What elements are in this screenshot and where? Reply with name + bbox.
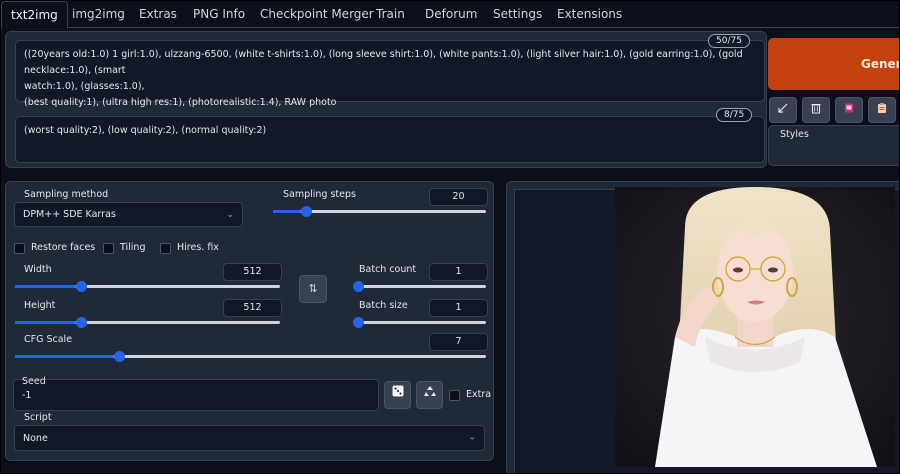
restore-faces-label: Restore faces — [31, 242, 96, 253]
swap-arrows-icon: ⇅ — [308, 282, 318, 295]
slider-thumb[interactable] — [113, 351, 125, 362]
slider-thumb[interactable] — [353, 317, 364, 328]
slider-fill — [15, 285, 76, 288]
tab-extras[interactable]: Extras — [139, 1, 177, 28]
styles-dropdown[interactable]: Styles — [768, 125, 899, 166]
tab-bar: txt2img img2img Extras PNG Info Checkpoi… — [1, 1, 899, 29]
script-label: Script — [24, 412, 52, 423]
batch-count-slider[interactable] — [353, 281, 486, 292]
tab-train[interactable]: Train — [376, 1, 405, 28]
hires-fix-label: Hires. fix — [177, 242, 219, 253]
slider-fill — [273, 210, 301, 213]
tiling-checkbox[interactable] — [103, 243, 114, 254]
sampling-steps-slider[interactable] — [273, 206, 486, 217]
arrow-icon[interactable] — [769, 97, 797, 123]
height-label: Height — [24, 300, 56, 311]
width-input[interactable]: 512 — [223, 263, 282, 281]
width-slider[interactable] — [15, 281, 280, 292]
swap-dimensions-button[interactable]: ⇅ — [299, 275, 327, 303]
prompt-token-counter: 50/75 — [708, 34, 750, 48]
reuse-seed-button[interactable] — [416, 381, 443, 409]
random-seed-button[interactable] — [384, 381, 411, 409]
cfg-scale-label: CFG Scale — [24, 334, 73, 345]
batch-count-label: Batch count — [359, 264, 417, 275]
batch-size-slider[interactable] — [353, 317, 486, 328]
chevron-down-icon: ⌄ — [468, 432, 476, 443]
extra-seed-checkbox[interactable] — [449, 390, 460, 401]
sampling-steps-label: Sampling steps — [283, 189, 356, 200]
negative-prompt-input[interactable]: (worst quality:2), (low quality:2), (nor… — [15, 116, 765, 163]
generated-image[interactable] — [615, 187, 895, 467]
slider-thumb[interactable] — [353, 281, 364, 292]
batch-count-input[interactable]: 1 — [429, 263, 488, 281]
clipboard-icon[interactable] — [868, 97, 896, 123]
tab-settings[interactable]: Settings — [493, 1, 542, 28]
script-select[interactable]: None ⌄ — [14, 425, 485, 451]
seed-label: Seed — [22, 376, 46, 387]
script-value: None — [23, 433, 48, 444]
batch-size-input[interactable]: 1 — [429, 299, 488, 317]
prompt-line-1: ((20years old:1.0) 1 girl:1.0), ulzzang-… — [24, 49, 743, 76]
generate-button[interactable]: Generate — [768, 38, 899, 90]
sampling-method-select[interactable]: DPM++ SDE Karras ⌄ — [14, 202, 243, 227]
dice-icon — [392, 385, 403, 397]
slider-fill — [15, 355, 114, 358]
app-frame: txt2img img2img Extras PNG Info Checkpoi… — [0, 0, 900, 474]
tab-img2img[interactable]: img2img — [72, 1, 125, 28]
tab-deforum[interactable]: Deforum — [425, 1, 477, 28]
seed-value[interactable]: -1 — [22, 390, 31, 401]
prompt-input[interactable]: ((20years old:1.0) 1 girl:1.0), ulzzang-… — [15, 40, 765, 108]
styles-label: Styles — [780, 129, 809, 140]
prompt-panel: ((20years old:1.0) 1 girl:1.0), ulzzang-… — [5, 31, 767, 168]
prompt-line-2: watch:1.0), (glasses:1.0), — [24, 81, 145, 92]
height-slider[interactable] — [15, 317, 280, 328]
slider-fill — [15, 321, 76, 324]
extra-seed-label: Extra — [466, 389, 492, 400]
restore-faces-checkbox[interactable] — [14, 243, 25, 254]
card-icon[interactable] — [835, 97, 863, 123]
cfg-scale-slider[interactable] — [15, 351, 486, 362]
batch-size-label: Batch size — [359, 300, 408, 311]
seed-field[interactable] — [13, 379, 379, 411]
slider-thumb[interactable] — [75, 281, 87, 292]
tiling-label: Tiling — [120, 242, 146, 253]
sampling-steps-input[interactable]: 20 — [429, 188, 488, 206]
sampling-method-label: Sampling method — [24, 189, 109, 200]
width-label: Width — [24, 264, 52, 275]
tab-txt2img[interactable]: txt2img — [1, 1, 68, 29]
recycle-icon — [423, 386, 436, 396]
prompt-line-3: (best quality:1), (ultra high res:1), (p… — [24, 97, 337, 108]
cfg-scale-input[interactable]: 7 — [429, 333, 488, 351]
slider-thumb[interactable] — [75, 317, 87, 328]
hires-fix-checkbox[interactable] — [160, 243, 171, 254]
negative-prompt-text: (worst quality:2), (low quality:2), (nor… — [24, 125, 267, 136]
height-input[interactable]: 512 — [223, 299, 282, 317]
slider-thumb[interactable] — [300, 206, 312, 217]
chevron-down-icon: ⌄ — [226, 209, 234, 220]
trash-icon[interactable] — [802, 97, 830, 123]
tab-extensions[interactable]: Extensions — [557, 1, 622, 28]
tab-png-info[interactable]: PNG Info — [193, 1, 245, 28]
negative-token-counter: 8/75 — [716, 108, 753, 122]
tab-checkpoint-merger[interactable]: Checkpoint Merger — [260, 1, 374, 28]
sampling-method-value: DPM++ SDE Karras — [23, 209, 116, 220]
